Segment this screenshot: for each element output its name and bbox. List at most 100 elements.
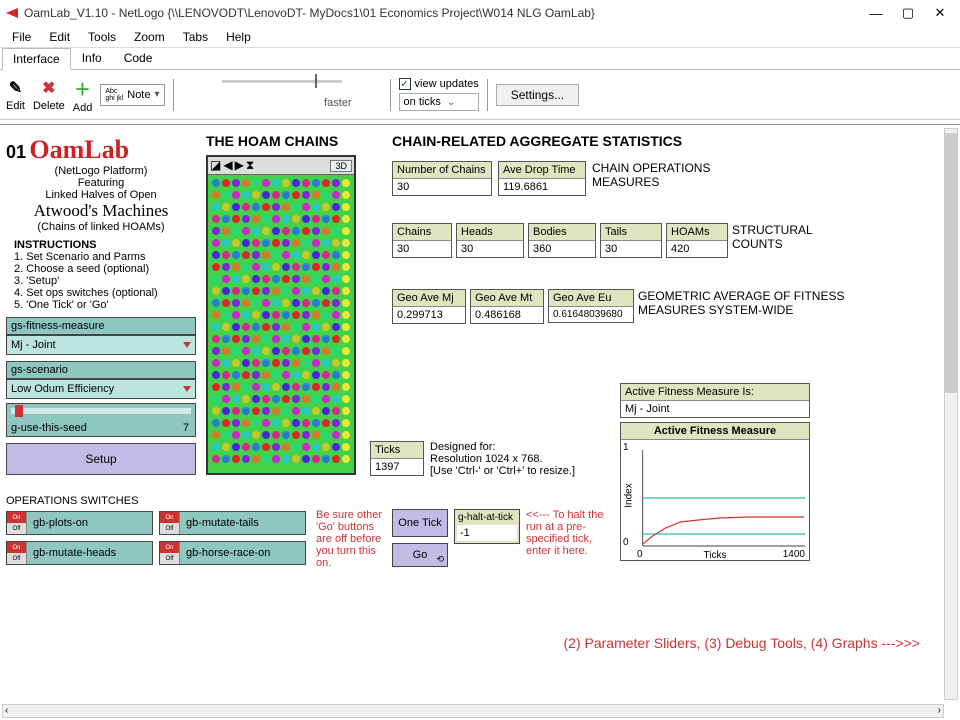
right-icon[interactable]: ▶ bbox=[235, 158, 244, 173]
zoom-icon[interactable]: ◪ bbox=[210, 158, 221, 173]
num-chains-value: 30 bbox=[393, 179, 491, 195]
toolbar: ✎Edit ✖Delete ＋Add Abcghi jkl Note ▾ fas… bbox=[0, 70, 960, 120]
fitness-measure-label: gs-fitness-measure bbox=[6, 317, 196, 335]
geo-mt-value: 0.486168 bbox=[471, 307, 543, 323]
triangle-down-icon bbox=[183, 342, 191, 348]
switch-mutate-tails[interactable]: OnOffgb-mutate-tails bbox=[159, 511, 306, 535]
geo-mt-label: Geo Ave Mt bbox=[471, 290, 543, 307]
divider bbox=[390, 79, 391, 111]
view-updates-checkbox[interactable]: ✓ view updates bbox=[399, 78, 479, 90]
add-button[interactable]: ＋Add bbox=[73, 76, 93, 114]
bodies-label: Bodies bbox=[529, 224, 595, 241]
window-title: OamLab_V1.10 - NetLogo {\\LENOVODT\Lenov… bbox=[24, 6, 860, 20]
interface-canvas[interactable]: 01 OamLab (NetLogo Platform) Featuring L… bbox=[0, 124, 960, 702]
num-chains-label: Number of Chains bbox=[393, 162, 491, 179]
switch-plots-on[interactable]: OnOffgb-plots-on bbox=[6, 511, 153, 535]
horizontal-scrollbar[interactable]: ‹› bbox=[2, 704, 944, 718]
pencil-icon: ✎ bbox=[9, 78, 22, 98]
tab-interface[interactable]: Interface bbox=[2, 48, 71, 70]
left-icon[interactable]: ◀ bbox=[223, 158, 232, 173]
maximize-button[interactable]: ▢ bbox=[892, 3, 924, 23]
drop-time-label: Ave Drop Time bbox=[499, 162, 585, 179]
resize-hint: [Use 'Ctrl-' or 'Ctrl+' to resize.] bbox=[430, 465, 590, 477]
edit-button[interactable]: ✎Edit bbox=[6, 78, 25, 112]
tab-info[interactable]: Info bbox=[71, 47, 113, 69]
scenario-dropdown[interactable]: Low Odum Efficiency bbox=[6, 379, 196, 399]
app-icon bbox=[4, 6, 20, 20]
switch-horse-race-on[interactable]: OnOffgb-horse-race-on bbox=[159, 541, 306, 565]
ticks-value: 1397 bbox=[371, 459, 423, 475]
stats-title: CHAIN-RELATED AGGREGATE STATISTICS bbox=[392, 133, 682, 149]
switch-mutate-heads[interactable]: OnOffgb-mutate-heads bbox=[6, 541, 153, 565]
ticks-label: Ticks bbox=[371, 442, 423, 459]
3d-button[interactable]: 3D bbox=[330, 160, 352, 172]
model-num: 01 bbox=[6, 142, 26, 162]
drop-time-value: 119.6861 bbox=[499, 179, 585, 195]
one-tick-button[interactable]: One Tick bbox=[392, 509, 448, 537]
go-button[interactable]: Go⟲ bbox=[392, 543, 448, 567]
seed-slider[interactable]: g-use-this-seed 7 bbox=[6, 403, 196, 437]
update-mode-select[interactable]: on ticks⌄ bbox=[399, 93, 479, 111]
chains-value: 30 bbox=[393, 241, 451, 257]
designed-label: Designed for: bbox=[430, 441, 590, 453]
chains-label: Chains bbox=[393, 224, 451, 241]
ops-switches-heading: OPERATIONS SWITCHES bbox=[6, 495, 306, 507]
active-fitness-value: Mj - Joint bbox=[621, 401, 809, 417]
close-button[interactable]: ✕ bbox=[924, 3, 956, 23]
up-down-icon[interactable]: ⧗ bbox=[246, 158, 254, 173]
divider bbox=[173, 79, 174, 111]
instr-5: 5. 'One Tick' or 'Go' bbox=[14, 299, 196, 311]
hoams-value: 420 bbox=[667, 241, 727, 257]
tab-code[interactable]: Code bbox=[113, 47, 164, 69]
delete-button[interactable]: ✖Delete bbox=[33, 78, 65, 112]
setup-button[interactable]: Setup bbox=[6, 443, 196, 475]
chevron-down-icon: ▾ bbox=[155, 89, 160, 100]
x-icon: ✖ bbox=[42, 78, 55, 98]
instr-4: 4. Set ops switches (optional) bbox=[14, 287, 196, 299]
active-fitness-plot: Active Fitness Measure Index 1 0 0 Ticks… bbox=[620, 422, 810, 561]
heads-label: Heads bbox=[457, 224, 523, 241]
instr-1: 1. Set Scenario and Parms bbox=[14, 251, 196, 263]
vertical-scrollbar[interactable] bbox=[944, 128, 958, 700]
geo-eu-label: Geo Ave Eu bbox=[549, 290, 633, 307]
instr-2: 2. Choose a seed (optional) bbox=[14, 263, 196, 275]
bodies-value: 360 bbox=[529, 241, 595, 257]
world-view[interactable]: ◪ ◀ ▶ ⧗ 3D bbox=[206, 155, 356, 475]
atwood-label: Atwood's Machines bbox=[6, 201, 196, 221]
menu-tools[interactable]: Tools bbox=[80, 28, 124, 46]
geo-mj-label: Geo Ave Mj bbox=[393, 290, 465, 307]
instructions-heading: INSTRUCTIONS bbox=[14, 239, 196, 251]
heads-value: 30 bbox=[457, 241, 523, 257]
minimize-button[interactable]: — bbox=[860, 3, 892, 23]
chevron-down-icon: ⌄ bbox=[447, 97, 455, 108]
menu-bar: File Edit Tools Zoom Tabs Help bbox=[0, 26, 960, 48]
element-type-combo[interactable]: Abcghi jkl Note ▾ bbox=[100, 84, 164, 106]
halt-at-tick-input[interactable]: g-halt-at-tick -1 bbox=[454, 509, 520, 544]
ops-measures-label: CHAIN OPERATIONS MEASURES bbox=[592, 161, 712, 189]
divider bbox=[487, 79, 488, 111]
platform-label: (NetLogo Platform) bbox=[6, 165, 196, 177]
tails-value: 30 bbox=[601, 241, 661, 257]
structural-counts-label: STRUCTURAL COUNTS bbox=[732, 223, 832, 251]
menu-file[interactable]: File bbox=[4, 28, 39, 46]
speed-slider[interactable] bbox=[222, 80, 342, 83]
cycle-icon: ⟲ bbox=[436, 554, 444, 565]
geo-mj-value: 0.299713 bbox=[393, 307, 465, 323]
instr-3: 3. 'Setup' bbox=[14, 275, 196, 287]
fitness-measure-dropdown[interactable]: Mj - Joint bbox=[6, 335, 196, 355]
scenario-label: gs-scenario bbox=[6, 361, 196, 379]
resolution-label: Resolution 1024 x 768. bbox=[430, 453, 590, 465]
menu-help[interactable]: Help bbox=[218, 28, 259, 46]
featuring-label: Featuring bbox=[6, 177, 196, 189]
check-icon: ✓ bbox=[399, 78, 411, 90]
tails-label: Tails bbox=[601, 224, 661, 241]
model-title: OamLab bbox=[29, 135, 129, 164]
hoam-chains-title: THE HOAM CHAINS bbox=[206, 133, 356, 149]
menu-zoom[interactable]: Zoom bbox=[126, 28, 173, 46]
menu-edit[interactable]: Edit bbox=[41, 28, 78, 46]
menu-tabs[interactable]: Tabs bbox=[175, 28, 216, 46]
active-fitness-label: Active Fitness Measure Is: bbox=[621, 384, 809, 401]
speed-label: faster bbox=[324, 97, 352, 109]
geo-eu-value: 0.61648039680 bbox=[549, 307, 633, 322]
settings-button[interactable]: Settings... bbox=[496, 84, 579, 106]
